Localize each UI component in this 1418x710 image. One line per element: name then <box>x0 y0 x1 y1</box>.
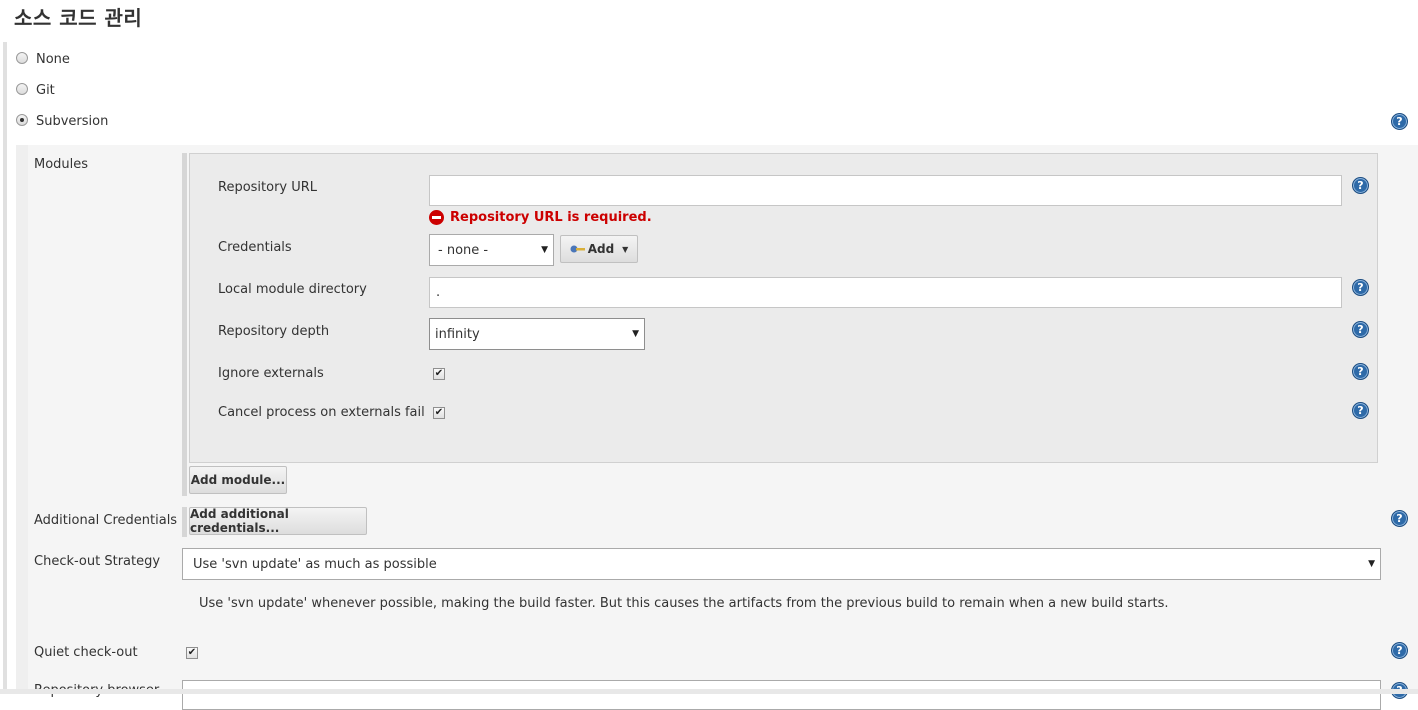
subversion-panel-left-border <box>16 145 28 694</box>
credentials-select[interactable]: - none - ▼ <box>429 234 554 266</box>
radio-git-label: Git <box>36 82 55 98</box>
help-icon[interactable]: ? <box>1352 402 1369 419</box>
modules-label: Modules <box>34 157 89 172</box>
help-icon[interactable]: ? <box>1391 510 1408 527</box>
repository-url-label: Repository URL <box>218 180 318 195</box>
add-module-button[interactable]: Add module... <box>189 466 287 494</box>
ignore-externals-checkbox[interactable]: ✔ <box>433 368 445 380</box>
checkout-strategy-label: Check-out Strategy <box>34 554 161 569</box>
help-icon[interactable]: ? <box>1352 279 1369 296</box>
help-icon[interactable]: ? <box>1352 177 1369 194</box>
cancel-process-label: Cancel process on externals fail <box>218 405 425 420</box>
scm-option-none[interactable]: None <box>16 49 70 69</box>
bottom-edge <box>0 689 1418 694</box>
repository-depth-selected: infinity <box>435 326 480 342</box>
modules-left-bar <box>182 153 187 496</box>
help-icon[interactable]: ? <box>1352 321 1369 338</box>
credentials-selected: - none - <box>438 242 489 258</box>
radio-subversion[interactable] <box>16 114 28 126</box>
add-additional-credentials-button[interactable]: Add additional credentials... <box>189 507 367 535</box>
chevron-down-icon: ▼ <box>622 244 629 254</box>
checkout-strategy-select[interactable]: Use 'svn update' as much as possible ▼ <box>182 548 1381 580</box>
repository-browser-select[interactable] <box>182 680 1381 710</box>
checkout-strategy-description: Use 'svn update' whenever possible, maki… <box>199 596 1169 611</box>
page-title: 소스 코드 관리 <box>14 6 143 30</box>
cancel-process-checkbox[interactable]: ✔ <box>433 407 445 419</box>
additional-credentials-bar <box>182 507 187 537</box>
radio-git[interactable] <box>16 83 28 95</box>
scm-option-git[interactable]: Git <box>16 80 55 100</box>
repository-url-error-text: Repository URL is required. <box>450 210 652 225</box>
chevron-down-icon: ▼ <box>1368 559 1375 569</box>
radio-none[interactable] <box>16 52 28 64</box>
chevron-down-icon: ▼ <box>632 329 639 339</box>
checkout-strategy-selected: Use 'svn update' as much as possible <box>193 556 437 572</box>
repository-depth-select[interactable]: infinity ▼ <box>429 318 645 350</box>
local-module-directory-input[interactable] <box>429 277 1342 308</box>
quiet-checkout-checkbox[interactable]: ✔ <box>186 647 198 659</box>
credentials-label: Credentials <box>218 240 292 255</box>
additional-credentials-label: Additional Credentials <box>34 513 178 528</box>
error-icon <box>429 210 444 225</box>
help-icon[interactable]: ? <box>1352 363 1369 380</box>
repository-url-input[interactable] <box>429 175 1342 206</box>
chevron-down-icon: ▼ <box>541 245 548 255</box>
quiet-checkout-label: Quiet check-out <box>34 645 138 660</box>
local-module-directory-label: Local module directory <box>218 282 367 297</box>
repository-depth-label: Repository depth <box>218 324 330 339</box>
help-icon[interactable]: ? <box>1391 113 1408 130</box>
ignore-externals-label: Ignore externals <box>218 366 324 381</box>
radio-subversion-label: Subversion <box>36 113 109 129</box>
help-icon[interactable]: ? <box>1391 642 1408 659</box>
add-credentials-label: Add <box>587 242 615 256</box>
repository-url-error: Repository URL is required. <box>429 210 652 225</box>
scm-option-subversion[interactable]: Subversion <box>16 111 108 131</box>
section-left-border <box>3 42 7 694</box>
radio-none-label: None <box>36 51 70 67</box>
add-credentials-button[interactable]: Add ▼ <box>560 235 638 263</box>
key-icon <box>570 245 585 253</box>
